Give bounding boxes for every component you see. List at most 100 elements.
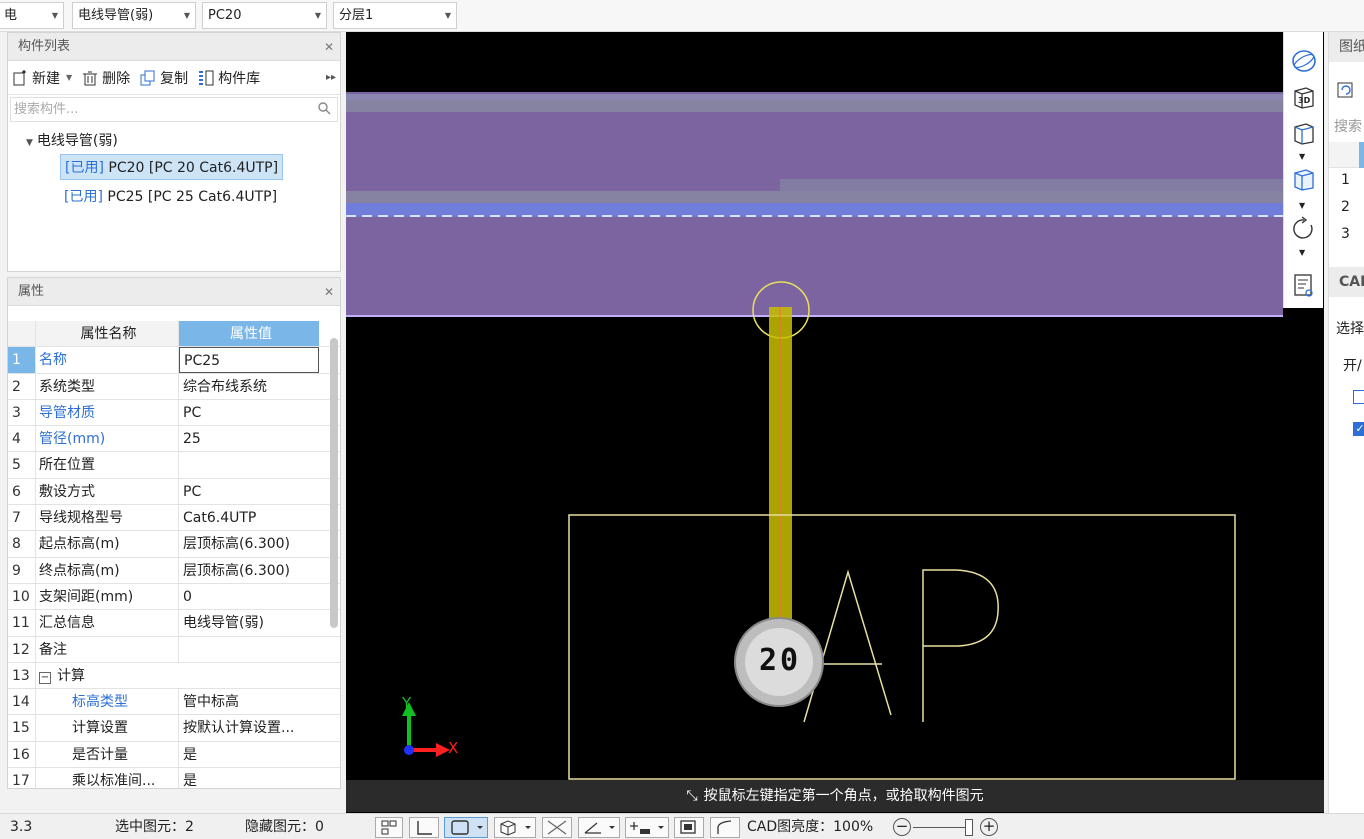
property-value-input[interactable]: PC25 [179,347,319,373]
property-row[interactable]: 7 导线规格型号 Cat6.4UTP [8,505,340,532]
cad-select-button[interactable]: 选择 [1336,318,1364,338]
ortho-icon [417,821,432,835]
box-view-icon[interactable] [1292,166,1316,192]
layer-view-icon[interactable] [1292,272,1316,300]
display-button[interactable] [674,817,704,838]
cube-view-icon[interactable] [1292,120,1316,146]
drawing-canvas[interactable]: 20 AP Y X ⤡按鼠标左键指定第一个角点，或拾取构件图元 [346,32,1324,813]
brightness-slider[interactable] [913,827,971,828]
drawing-search-input[interactable]: 搜索 [1334,116,1362,136]
delete-button[interactable]: 删除 [82,68,130,88]
property-row[interactable]: 11 汇总信息 电线导管(弱) [8,610,340,637]
copy-icon [140,70,155,85]
command-hint: 按鼠标左键指定第一个角点，或拾取构件图元 [703,788,984,804]
property-row[interactable]: 15 计算设置 按默认计算设置... [8,715,340,742]
type-combo[interactable]: 电线导管(弱) ▼ [72,2,196,29]
cross-icon [547,820,567,835]
chevron-down-icon: ▼ [444,11,451,20]
chevron-down-icon[interactable]: ▼ [66,73,72,82]
component-toolbar: 新建 ▼ 删除 复制 构件库 ▸▸ [8,61,340,95]
property-row[interactable]: 9 终点标高(m) 层顶标高(6.300) [8,557,340,584]
cube-icon [500,820,531,836]
property-row[interactable]: 6 敷设方式 PC [8,478,340,506]
category-combo[interactable]: 电 ▼ [0,2,64,29]
property-group-row[interactable]: 13− 计算 [8,662,340,690]
grid-icon [381,820,397,835]
library-button[interactable]: 构件库 [198,68,260,88]
point-snap-button[interactable] [625,817,669,838]
status-coord: 3.3 [10,819,33,835]
crosshair-icon: ⤡ [686,788,698,804]
chevron-down-icon[interactable]: ▼ [1299,201,1305,210]
status-bar: 3.3 选中图元：2 隐藏图元：0 CAD图亮度：100% − + [0,813,1364,839]
zoom-in-icon[interactable]: + [980,818,998,836]
layer-checkbox-checked[interactable]: ✓ [1353,422,1364,436]
new-label: 新建 [32,70,60,87]
orbit-icon[interactable] [1291,48,1317,74]
rotate-icon[interactable] [1292,216,1316,242]
component-value: PC20 [208,8,242,23]
column-header-value: 属性值 [179,321,319,347]
property-row[interactable]: 8 起点标高(m) 层顶标高(6.300) [8,531,340,558]
copy-button[interactable]: 复制 [140,68,188,88]
grid-snap-button[interactable] [375,817,403,838]
display-icon [680,820,696,834]
layer-combo[interactable]: 分层1 ▼ [333,2,457,29]
search-placeholder: 搜索构件... [14,102,79,117]
drawing-row-2[interactable]: 2 [1341,199,1350,215]
property-header-row: 属性名称 属性值 [8,321,340,348]
caret-down-icon[interactable]: ▼ [26,138,33,148]
select-box-icon [451,820,483,835]
property-row[interactable]: 5 所在位置 [8,452,340,479]
property-row[interactable]: 16 是否计量是 [8,741,340,769]
tree-root[interactable]: ▼ 电线导管(弱) [26,130,340,150]
chevron-down-icon[interactable]: ▼ [1299,248,1305,257]
cross-button[interactable] [542,817,572,838]
brightness-slider-handle[interactable] [965,819,973,836]
component-combo[interactable]: PC20 ▼ [202,2,327,29]
arc-button[interactable] [710,817,740,838]
collapse-icon[interactable]: − [39,671,51,684]
ap-box [568,514,1236,780]
view-cube-button[interactable] [494,817,536,838]
property-row[interactable]: 10 支架间距(mm) 0 [8,583,340,611]
property-panel: 属性 ✕ 属性名称 属性值 1 名称 PC25 2 系统类型 综合布线系统 3 导管材质 PC… [7,277,341,789]
3d-label: 3D [1298,96,1311,105]
property-row[interactable]: 1 名称 PC25 [8,347,340,374]
property-row[interactable]: 2 系统类型 综合布线系统 [8,373,340,400]
select-mode-button[interactable] [444,817,488,838]
layer-checkbox[interactable] [1353,390,1364,404]
column-header-name: 属性名称 [36,321,179,347]
category-value: 电 [4,8,18,23]
more-icon[interactable]: ▸▸ [326,72,336,83]
component-search-input[interactable]: 搜索构件... [10,97,338,122]
drawing-row-1[interactable]: 1 [1341,172,1350,188]
tree-root-label: 电线导管(弱) [36,133,118,149]
tree-item-pc25[interactable]: [已用] PC25 [PC 25 Cat6.4UTP] [60,184,281,210]
property-row[interactable]: 17 乘以标准间... 是 [8,768,340,788]
property-row[interactable]: 14 标高类型 管中标高 [8,689,340,716]
ortho-button[interactable] [409,817,439,838]
drawing-panel-title: 图纸 [1329,32,1364,62]
new-button[interactable]: 新建 ▼ [12,68,72,88]
chevron-down-icon: ▼ [51,11,58,20]
chevron-down-icon[interactable]: ▼ [1299,152,1305,161]
arc-icon [717,820,732,834]
refresh-icon[interactable] [1336,80,1358,102]
pipe-size-label: 20 [758,643,802,678]
type-value: 电线导管(弱) [78,8,154,23]
copy-label: 复制 [160,70,189,87]
search-icon [318,102,331,115]
drawing-row-3[interactable]: 3 [1341,226,1350,242]
property-row[interactable]: 12 备注 [8,636,340,663]
property-scrollbar[interactable] [330,338,338,628]
close-icon[interactable]: ✕ [324,33,334,61]
property-row[interactable]: 3 导管材质 PC [8,399,340,427]
angle-button[interactable] [578,817,620,838]
zoom-out-icon[interactable]: − [893,818,911,836]
close-icon[interactable]: ✕ [324,278,334,306]
axis-y-label: Y [402,694,412,712]
property-row[interactable]: 4 管径(mm) 25 [8,426,340,453]
tree-item-pc20[interactable]: [已用] PC20 [PC 20 Cat6.4UTP] [60,154,284,180]
used-tag: [已用] [65,160,104,176]
